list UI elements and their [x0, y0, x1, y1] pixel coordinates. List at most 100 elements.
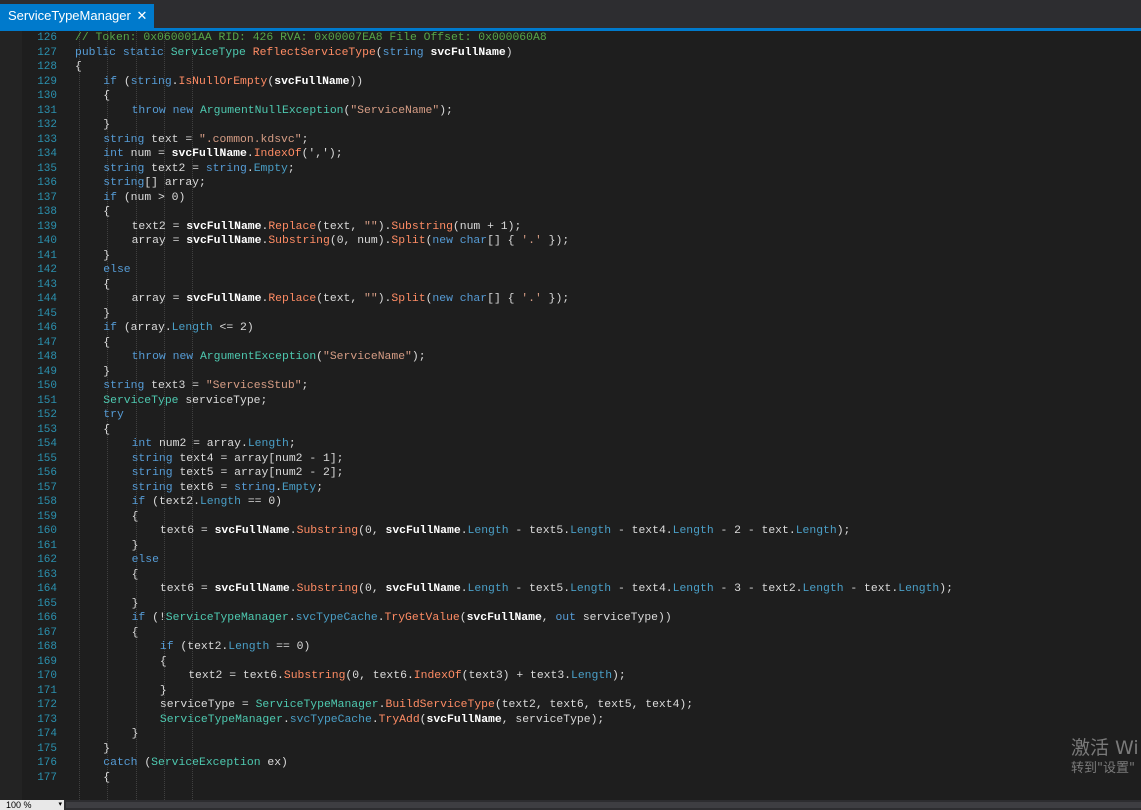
code-token: new char: [432, 293, 488, 305]
code-token: ).: [377, 220, 392, 233]
close-icon[interactable]: ✕: [135, 4, 149, 28]
code-token: ;: [301, 380, 309, 392]
code-text: try: [103, 408, 124, 423]
code-token: ex): [267, 757, 288, 769]
line-number: 156: [37, 467, 57, 479]
code-text: if (num > 0): [103, 191, 185, 206]
code-text: string[] array;: [103, 176, 206, 191]
code-text: }: [132, 727, 139, 742]
code-token: [] {: [487, 235, 522, 247]
code-token: text =: [151, 133, 200, 146]
code-line: 128 {: [0, 60, 1141, 75]
code-token: .: [282, 713, 290, 726]
code-token: ServiceType: [170, 46, 253, 59]
line-number: 154: [37, 438, 57, 450]
code-token: array =: [131, 293, 187, 305]
code-token: {: [103, 90, 111, 102]
code-line: 136 string[] array;: [0, 176, 1141, 191]
code-token: .: [289, 525, 297, 537]
code-token: Length: [571, 670, 613, 682]
code-token: - text.: [843, 583, 899, 595]
code-token: (: [419, 713, 427, 726]
code-token: }: [103, 742, 111, 755]
line-number: 147: [37, 336, 57, 349]
code-token: catch: [103, 757, 145, 769]
code-editor[interactable]: 126 // Token: 0x060001AA RID: 426 RVA: 0x…: [0, 31, 1141, 800]
code-token: (: [375, 46, 383, 59]
code-token: svcFullName: [214, 525, 290, 537]
code-token: }: [159, 684, 167, 697]
code-token: svcFullName: [385, 583, 461, 595]
code-token: (0,: [358, 583, 386, 595]
code-token: ArgumentException: [199, 351, 317, 363]
code-token: (!: [152, 612, 166, 624]
line-number: 129: [37, 75, 57, 88]
code-token: Length: [570, 583, 612, 595]
code-line: 169 {: [0, 655, 1141, 670]
code-token: .: [246, 162, 254, 175]
code-token: .: [171, 75, 179, 88]
code-text: string text6 = string.Empty;: [132, 481, 323, 496]
code-token: Empty: [253, 162, 288, 175]
code-token: (array.: [123, 322, 172, 334]
code-line: 157 string text6 = string.Empty;: [0, 481, 1141, 496]
line-number: 171: [37, 684, 57, 697]
code-token: try: [103, 409, 124, 421]
code-text: {: [103, 423, 110, 438]
code-token: if: [103, 75, 124, 88]
code-token: text6 =: [179, 481, 235, 494]
horizontal-scrollbar[interactable]: [66, 802, 1141, 808]
tab-service-type-manager[interactable]: ServiceTypeManager ✕: [0, 4, 154, 28]
code-token: svcTypeCache: [289, 713, 372, 726]
code-token: string: [131, 467, 180, 479]
code-line: 152 try: [0, 408, 1141, 423]
line-number: 142: [37, 264, 57, 276]
line-number: 155: [37, 452, 57, 465]
code-token: BuildServiceType: [385, 699, 495, 711]
code-token: text2 = text6.: [188, 670, 284, 682]
code-token: Substring: [283, 670, 346, 682]
code-token: if: [159, 641, 181, 653]
code-token: - text5.: [508, 583, 571, 595]
code-token: svcFullName: [430, 46, 506, 59]
code-token: ).: [377, 293, 392, 305]
code-token: == 0): [269, 641, 311, 653]
code-token: string: [103, 380, 152, 392]
code-token: }: [131, 539, 139, 552]
code-token: '.': [521, 235, 542, 247]
code-token: svcTypeCache: [295, 612, 378, 624]
code-line: 165}: [0, 597, 1141, 612]
code-token: }: [103, 249, 111, 262]
tab-title: ServiceTypeManager: [8, 8, 131, 23]
code-line: 168 if (text2.Length == 0): [0, 640, 1141, 655]
code-token: {: [159, 655, 167, 668]
code-token: ;: [316, 481, 324, 494]
code-line: 171}: [0, 684, 1141, 699]
code-token: );: [612, 670, 626, 682]
code-token: IndexOf: [413, 670, 462, 682]
line-number: 141: [37, 249, 57, 262]
line-number: 130: [37, 90, 57, 102]
code-text: else: [103, 263, 130, 278]
code-token: );: [939, 583, 953, 595]
code-token: }: [131, 597, 139, 610]
code-token: string: [103, 133, 152, 146]
line-number: 166: [37, 612, 57, 624]
zoom-selector[interactable]: 100 % ▾: [0, 800, 64, 810]
code-token: (0, num).: [329, 235, 392, 247]
code-token: ArgumentNullException: [199, 104, 344, 117]
line-number: 177: [37, 771, 57, 784]
code-token: ServiceTypeManager: [159, 713, 283, 726]
code-token: if: [131, 496, 153, 508]
code-token: text6 =: [159, 525, 215, 537]
code-token: Replace: [268, 220, 317, 233]
zoom-value: 100 %: [6, 800, 32, 810]
code-token: .: [371, 713, 379, 726]
line-number: 144: [37, 293, 57, 305]
code-token: int: [103, 148, 131, 160]
code-token: Length: [171, 322, 213, 334]
code-text: {: [103, 205, 110, 220]
code-line: 138 {: [0, 205, 1141, 220]
watermark-line-1: 激活 Wi: [1071, 737, 1139, 759]
line-number: 150: [37, 380, 57, 392]
